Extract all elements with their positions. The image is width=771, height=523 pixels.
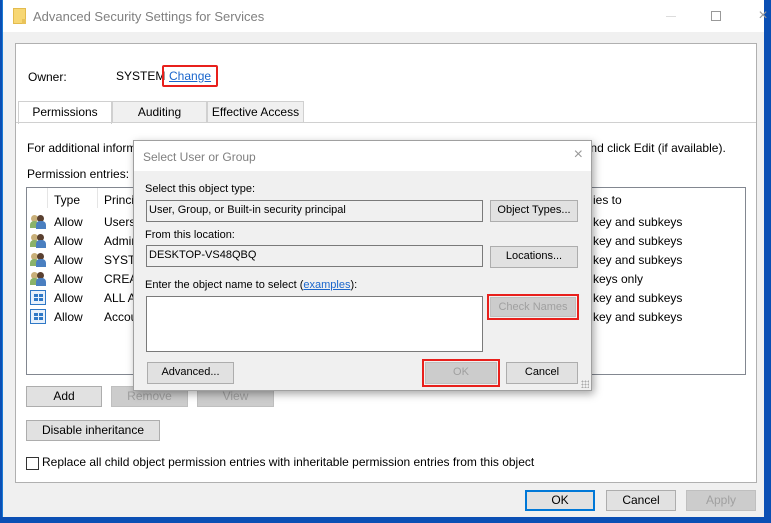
entry-type: Allow (54, 310, 83, 324)
dialog-cancel-button[interactable]: Cancel (506, 362, 578, 384)
folder-icon (13, 8, 26, 24)
dialog-title: Select User or Group (143, 150, 256, 164)
examples-link[interactable]: examples (303, 279, 350, 291)
column-applies-to[interactable]: ies to (593, 193, 622, 207)
dialog-close-icon[interactable]: × (574, 146, 583, 164)
minimize-button[interactable] (648, 0, 694, 32)
locations-button[interactable]: Locations... (490, 246, 578, 268)
entry-applies-to: key and subkeys (593, 215, 683, 229)
window-title: Advanced Security Settings for Services (33, 9, 265, 24)
change-owner-link[interactable]: Change (162, 65, 218, 87)
users-icon (30, 252, 46, 267)
object-type-label: Select this object type: (145, 183, 256, 195)
replace-child-permissions-label: Replace all child object permission entr… (42, 455, 535, 469)
location-label: From this location: (145, 229, 235, 241)
app-package-icon (30, 290, 46, 305)
object-types-button[interactable]: Object Types... (490, 200, 578, 222)
add-button[interactable]: Add (26, 386, 102, 407)
permission-entries-label: Permission entries: (27, 167, 130, 181)
entry-applies-to: key and subkeys (593, 291, 683, 305)
advanced-button[interactable]: Advanced... (147, 362, 234, 384)
tab-bar: Permissions Auditing Effective Access (16, 101, 756, 124)
info-text-left: For additional inform (27, 141, 137, 155)
check-names-button[interactable]: Check Names (487, 294, 579, 320)
replace-child-permissions-checkbox[interactable] (26, 457, 39, 470)
column-separator (47, 188, 48, 208)
disable-inheritance-button[interactable]: Disable inheritance (26, 420, 160, 441)
enter-object-name-label: Enter the object name to select (example… (145, 279, 357, 291)
entry-type: Allow (54, 253, 83, 267)
entry-type: Allow (54, 291, 83, 305)
close-button[interactable]: × (740, 0, 771, 32)
owner-value: SYSTEM (116, 69, 166, 83)
entry-applies-to: keys only (593, 272, 644, 286)
entry-type: Allow (54, 272, 83, 286)
ok-button[interactable]: OK (525, 490, 595, 511)
enter-name-prefix: Enter the object name to select ( (145, 279, 304, 291)
tab-effective-access[interactable]: Effective Access (207, 101, 304, 123)
location-field: DESKTOP-VS48QBQ (146, 245, 483, 267)
minimize-icon (666, 16, 676, 17)
tab-auditing[interactable]: Auditing (112, 101, 207, 123)
dialog-title-bar: Select User or Group × (134, 141, 591, 171)
users-icon (30, 214, 46, 229)
dialog-ok-button[interactable]: OK (422, 359, 500, 387)
enter-name-suffix: ): (350, 279, 358, 291)
entry-type: Allow (54, 234, 83, 248)
title-bar: Advanced Security Settings for Services … (3, 0, 768, 32)
object-type-field: User, Group, or Built-in security princi… (146, 200, 483, 222)
column-separator (97, 188, 98, 208)
object-name-input[interactable] (146, 296, 483, 352)
entry-applies-to: key and subkeys (593, 234, 683, 248)
apply-button[interactable]: Apply (686, 490, 756, 511)
entry-applies-to: key and subkeys (593, 310, 683, 324)
maximize-icon (711, 11, 721, 21)
close-icon: × (758, 7, 768, 24)
select-user-or-group-dialog: Select User or Group × Select this objec… (133, 140, 592, 391)
owner-label: Owner: (28, 70, 67, 84)
app-package-icon (30, 309, 46, 324)
cancel-button[interactable]: Cancel (606, 490, 676, 511)
tab-permissions[interactable]: Permissions (18, 101, 112, 124)
resize-grip-icon[interactable] (581, 380, 589, 388)
column-type[interactable]: Type (54, 193, 80, 207)
info-text-right: nd click Edit (if available). (590, 141, 726, 155)
users-icon (30, 271, 46, 286)
entry-applies-to: key and subkeys (593, 253, 683, 267)
users-icon (30, 233, 46, 248)
maximize-button[interactable] (694, 0, 740, 32)
entry-type: Allow (54, 215, 83, 229)
